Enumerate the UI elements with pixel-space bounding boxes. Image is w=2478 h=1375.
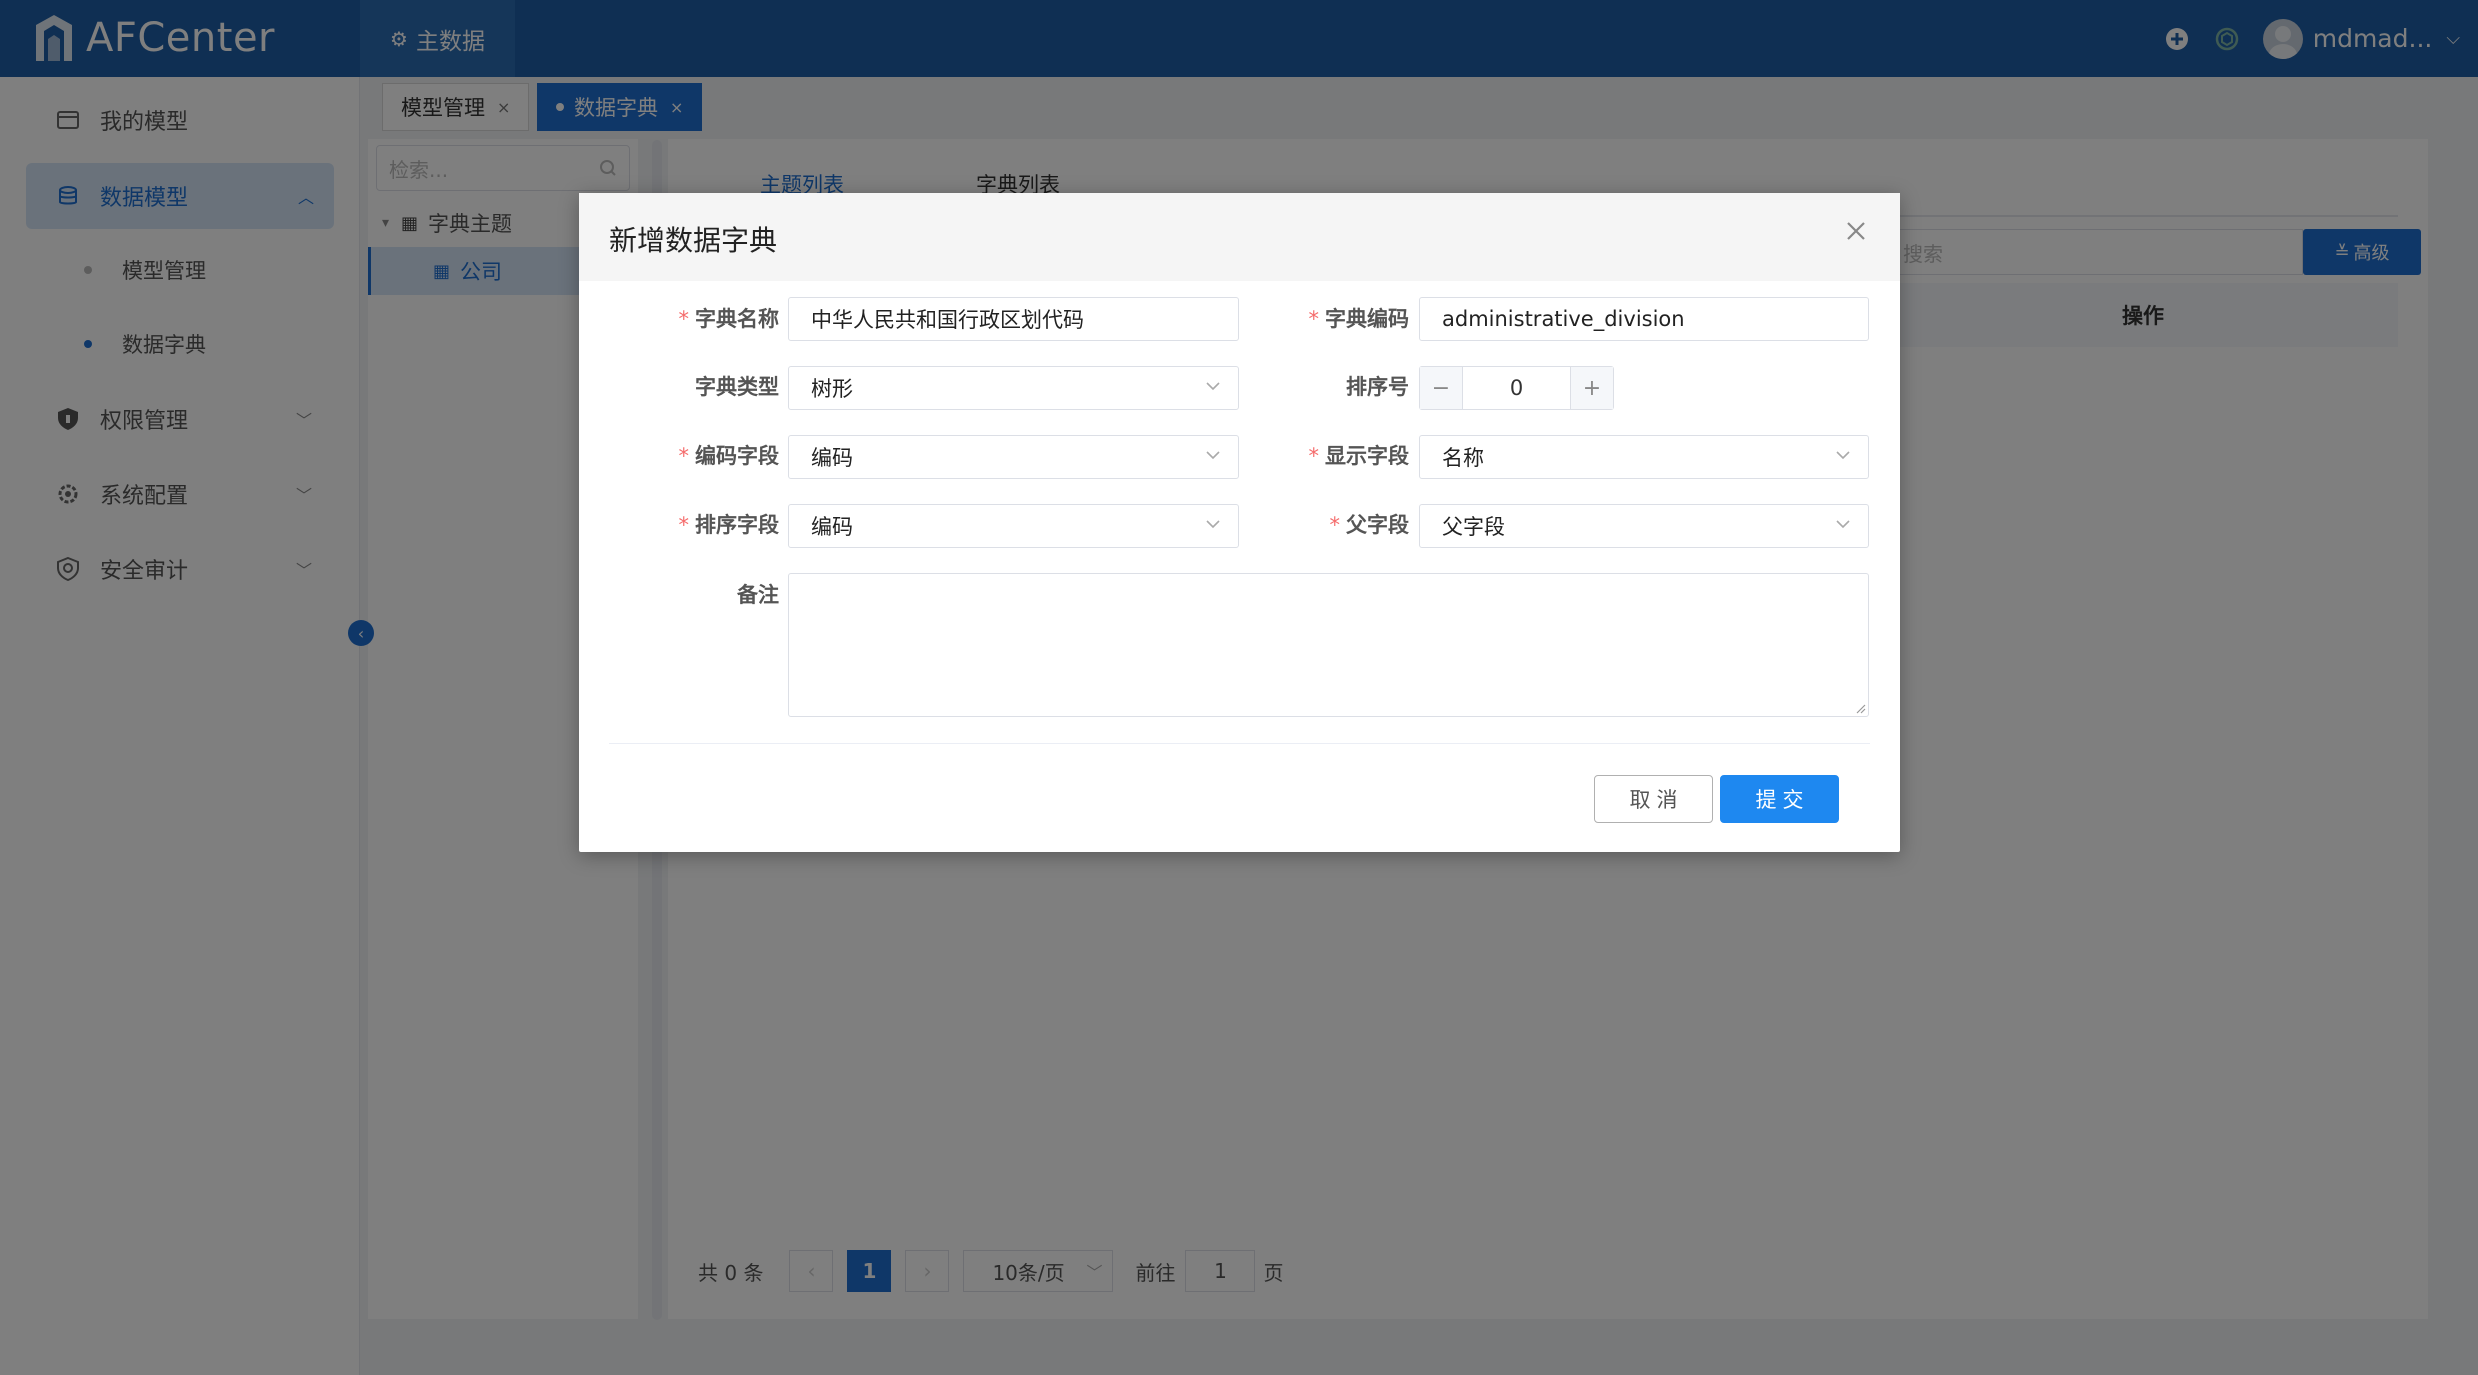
submit-button[interactable]: 提交: [1720, 775, 1839, 823]
select-value: 名称: [1442, 446, 1484, 470]
add-dictionary-dialog: 新增数据字典 * 字典名称 中华人民共和国行政区划代码 * 字典编码 adminis…: [579, 193, 1900, 852]
label-text: 字典类型: [695, 375, 779, 399]
label-text: 排序字段: [695, 513, 779, 537]
resize-grip-icon[interactable]: [1854, 702, 1866, 714]
remark-textarea[interactable]: [788, 573, 1869, 717]
select-value: 父字段: [1442, 515, 1505, 539]
required-mark: *: [1308, 307, 1320, 331]
label-text: 备注: [737, 583, 779, 607]
increment-button[interactable]: +: [1571, 367, 1613, 409]
select-value: 树形: [811, 377, 853, 401]
select-value: 编码: [811, 515, 853, 539]
chevron-down-icon: [1836, 520, 1850, 529]
remark-label: 备注: [579, 579, 779, 609]
label-text: 显示字段: [1325, 444, 1409, 468]
close-icon[interactable]: [1842, 217, 1870, 245]
code-field-select[interactable]: 编码: [788, 435, 1239, 479]
sort-no-input[interactable]: 0: [1462, 367, 1571, 409]
dict-name-label: * 字典名称: [579, 303, 780, 333]
dialog-header: 新增数据字典: [579, 193, 1900, 281]
parent-field-label: * 父字段: [1209, 509, 1410, 539]
dict-code-input[interactable]: administrative_division: [1419, 297, 1869, 341]
dict-name-input[interactable]: 中华人民共和国行政区划代码: [788, 297, 1239, 341]
label-text: 字典编码: [1325, 307, 1409, 331]
display-field-label: * 显示字段: [1209, 440, 1410, 470]
dialog-footer-divider: [609, 743, 1870, 744]
sort-field-select[interactable]: 编码: [788, 504, 1239, 548]
required-mark: *: [678, 444, 690, 468]
label-text: 编码字段: [695, 444, 779, 468]
required-mark: *: [678, 307, 690, 331]
dict-code-label: * 字典编码: [1209, 303, 1410, 333]
label-text: 排序号: [1346, 375, 1409, 399]
label-text: 字典名称: [695, 307, 779, 331]
dialog-title: 新增数据字典: [609, 224, 778, 257]
dict-type-select[interactable]: 树形: [788, 366, 1239, 410]
chevron-down-icon: [1836, 451, 1850, 460]
display-field-select[interactable]: 名称: [1419, 435, 1869, 479]
sort-field-label: * 排序字段: [579, 509, 780, 539]
sort-no-stepper: − 0 +: [1419, 366, 1614, 410]
parent-field-select[interactable]: 父字段: [1419, 504, 1869, 548]
required-mark: *: [678, 513, 690, 537]
select-value: 编码: [811, 446, 853, 470]
decrement-button[interactable]: −: [1420, 367, 1462, 409]
sort-no-label: 排序号: [1209, 371, 1409, 401]
required-mark: *: [1329, 513, 1341, 537]
dict-type-label: 字典类型: [579, 371, 779, 401]
code-field-label: * 编码字段: [579, 440, 780, 470]
cancel-button[interactable]: 取消: [1594, 775, 1713, 823]
required-mark: *: [1308, 444, 1320, 468]
label-text: 父字段: [1346, 513, 1409, 537]
